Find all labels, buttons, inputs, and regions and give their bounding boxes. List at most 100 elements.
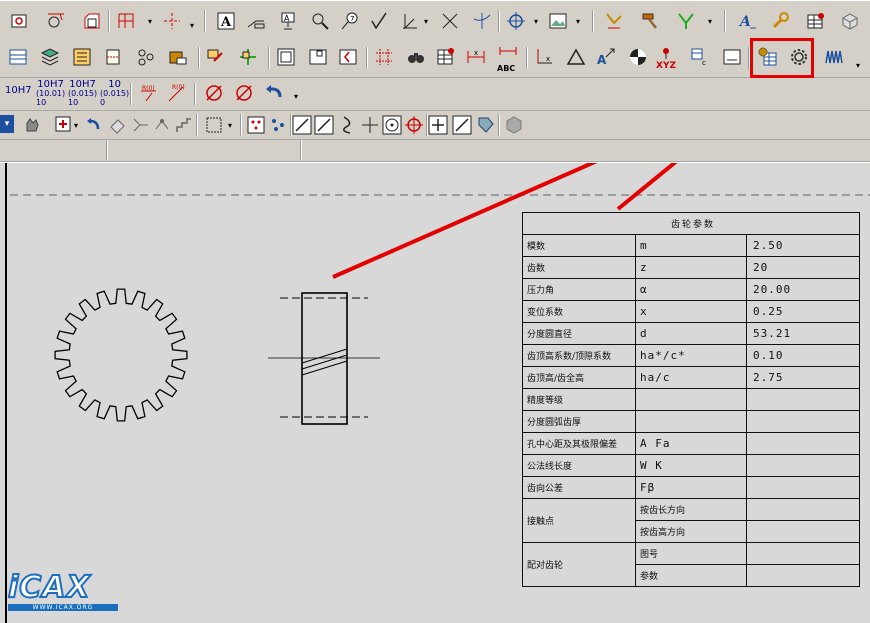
edit-view-icon[interactable] [206, 47, 226, 67]
return-icon[interactable] [84, 115, 104, 135]
chevron-down-icon[interactable]: ▾ [708, 17, 712, 26]
triangle-icon[interactable] [566, 47, 586, 67]
target-point-icon[interactable] [506, 11, 526, 31]
axis-system-icon[interactable]: x [534, 47, 554, 67]
spline-icon[interactable] [338, 115, 358, 135]
radius-angled-icon[interactable]: R(0) [166, 83, 186, 103]
chamfer-icon[interactable] [82, 11, 102, 31]
move-view-icon[interactable] [238, 47, 258, 67]
dimension-x-icon[interactable]: x [466, 47, 486, 67]
chevron-down-icon[interactable]: ▾ [424, 17, 428, 26]
dropdown-toggle-icon[interactable]: ▾ [0, 115, 14, 133]
tolerance-limits-button-b[interactable]: 10H7 (0.015) 10 [68, 80, 98, 108]
param-value: 20 [746, 256, 860, 279]
3d-box-icon[interactable] [840, 11, 860, 31]
dimension-abc-icon[interactable] [498, 45, 518, 65]
chevron-down-icon[interactable]: ▾ [190, 21, 194, 30]
circle-point-icon[interactable] [404, 115, 424, 135]
line-icon[interactable] [292, 115, 312, 135]
hand-tool-icon[interactable] [22, 115, 42, 135]
tol-b-mid: (0.015) [68, 89, 98, 98]
sketch-icon[interactable] [54, 115, 74, 135]
cube-icon[interactable] [504, 115, 524, 135]
param-name: 孔中心距及其极限偏差 [522, 432, 636, 455]
cross-line-icon[interactable] [440, 11, 460, 31]
radius-dimension-icon[interactable]: R(0) [138, 83, 158, 103]
param-value: 2.50 [746, 234, 860, 257]
color-wheel-icon[interactable] [628, 47, 648, 67]
undo-arrow-icon[interactable] [264, 83, 284, 103]
param-symbol: d [635, 322, 747, 345]
chevron-down-icon[interactable]: ▾ [148, 17, 152, 26]
table-coordinate-icon[interactable]: c [690, 47, 710, 67]
hammer-icon[interactable] [640, 11, 660, 31]
centerline-icon[interactable] [162, 11, 182, 31]
tolerance-10h7-button[interactable]: 10H7 [5, 86, 32, 96]
section-view-icon[interactable] [104, 47, 124, 67]
snap-icon[interactable] [268, 115, 288, 135]
tolerance-limits-button-c[interactable]: 10 (0.015) 0 [100, 80, 129, 108]
datum-feature-icon[interactable]: A [278, 11, 298, 31]
point-grid-icon[interactable] [246, 115, 266, 135]
drawing-sheet-icon[interactable] [8, 47, 28, 67]
image-icon[interactable] [548, 11, 568, 31]
text-arrow-icon[interactable]: A [596, 47, 616, 67]
tol-b-bot: 10 [68, 98, 79, 107]
select-box-icon[interactable] [204, 115, 224, 135]
chevron-down-icon[interactable]: ▾ [74, 121, 78, 130]
hole-dimension-icon[interactable] [46, 11, 66, 31]
diameter-icon[interactable] [204, 83, 224, 103]
spring-icon[interactable] [824, 47, 844, 67]
param-value [746, 454, 860, 477]
modify-icon[interactable] [604, 11, 624, 31]
param-name: 齿数 [522, 256, 636, 279]
note-sheet-icon[interactable] [722, 47, 742, 67]
coordinate-icon[interactable] [656, 43, 676, 63]
hole-feature-icon[interactable] [10, 11, 30, 31]
break-view-icon[interactable] [338, 47, 358, 67]
param-value: 0.25 [746, 300, 860, 323]
chevron-down-icon[interactable]: ▾ [228, 121, 232, 130]
table-grid-icon[interactable] [374, 47, 394, 67]
line-alt-icon[interactable] [314, 115, 334, 135]
wrench-settings-icon[interactable] [770, 11, 790, 31]
text-note-icon[interactable]: A [216, 11, 236, 31]
diameter-alt-icon[interactable] [234, 83, 254, 103]
diagonal-line-icon[interactable] [452, 115, 472, 135]
weld-symbol-icon[interactable] [400, 11, 420, 31]
leader-note-icon[interactable] [246, 11, 266, 31]
package-icon[interactable] [168, 47, 188, 67]
stairs-icon[interactable] [174, 115, 194, 135]
chevron-down-icon[interactable]: ▾ [856, 61, 860, 70]
tag-icon[interactable] [476, 115, 496, 135]
pattern-icon[interactable] [136, 47, 156, 67]
text-style-icon[interactable]: A [738, 11, 758, 31]
chevron-down-icon[interactable]: ▾ [534, 17, 538, 26]
frame-icon[interactable] [308, 47, 328, 67]
zoom-icon[interactable] [310, 11, 330, 31]
eraser-icon[interactable] [108, 115, 128, 135]
param-symbol: ha*/c* [635, 344, 747, 367]
binoculars-icon[interactable] [406, 47, 426, 67]
table-settings-icon[interactable] [806, 11, 826, 31]
plus-icon[interactable] [428, 115, 448, 135]
chevron-down-icon[interactable]: ▾ [294, 92, 298, 101]
border-icon[interactable] [276, 47, 296, 67]
transform-icon[interactable] [130, 115, 150, 135]
intersection-icon[interactable] [472, 11, 492, 31]
chevron-down-icon[interactable]: ▾ [576, 17, 580, 26]
grid-icon[interactable] [116, 11, 136, 31]
view-list-icon[interactable] [72, 47, 92, 67]
tolerance-limits-button-a[interactable]: 10H7 (10.01) 10 [36, 80, 65, 108]
circle-center-icon[interactable] [382, 115, 402, 135]
layers-icon[interactable] [40, 47, 60, 67]
transform-alt-icon[interactable] [152, 115, 172, 135]
toolbar-row-2: x ABC x A XYZ c ▾ [0, 38, 870, 78]
param-name: 公法线长度 [522, 454, 636, 477]
balloon-icon[interactable]: 7 [340, 11, 360, 31]
bom-table-icon[interactable] [436, 47, 456, 67]
point-icon[interactable] [360, 115, 380, 135]
route-icon[interactable] [676, 11, 696, 31]
surface-finish-icon[interactable] [370, 11, 390, 31]
param-symbol: m [635, 234, 747, 257]
